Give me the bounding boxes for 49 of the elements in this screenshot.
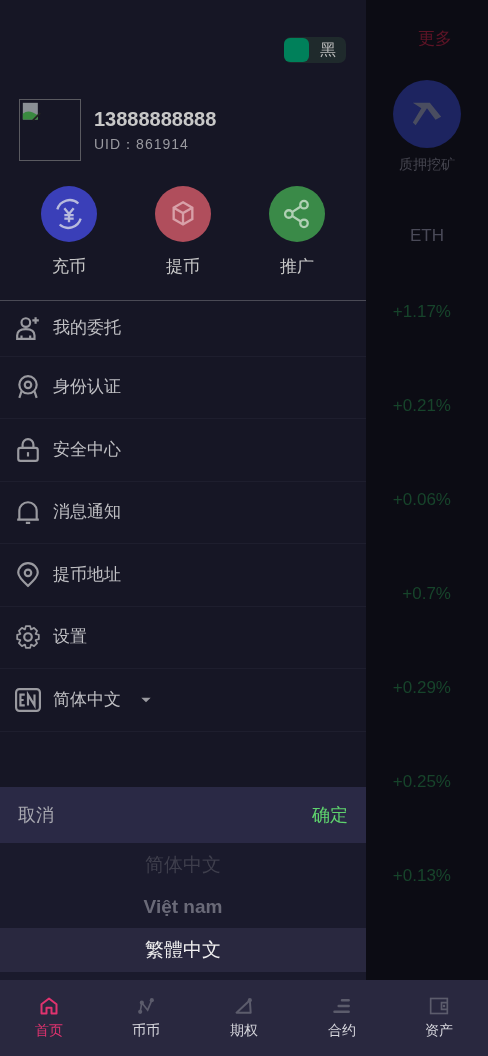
bell-icon: [15, 499, 41, 525]
cancel-button[interactable]: 取消: [18, 801, 54, 829]
menu-label: 我的委托: [53, 317, 121, 340]
change-value: +0.06%: [392, 489, 451, 511]
menu-label: 提币地址: [53, 563, 121, 586]
nav-tab[interactable]: 合约: [292, 995, 391, 1041]
user-id: UID：861914: [94, 134, 190, 154]
cube-icon[interactable]: [155, 186, 211, 242]
broken-image-icon: [22, 102, 42, 122]
change-value: +0.25%: [392, 771, 451, 793]
menu-label: 身份认证: [53, 376, 121, 399]
theme-toggle[interactable]: 黑: [284, 37, 346, 63]
phone-number: 13888888888: [94, 106, 217, 132]
feature-label: 质押挖矿: [399, 154, 455, 174]
change-value: +1.17%: [392, 301, 451, 323]
action-label[interactable]: 推广: [280, 254, 314, 280]
change-value: +0.29%: [392, 677, 451, 699]
action-label[interactable]: 充币: [52, 254, 86, 280]
picker-option[interactable]: 繁體中文: [0, 928, 366, 972]
menu-item[interactable]: 设置: [0, 606, 366, 669]
language-en-icon: [15, 686, 41, 713]
user-add-icon: [15, 315, 41, 341]
triangle-icon: [234, 995, 254, 1016]
toggle-knob[interactable]: [284, 38, 309, 62]
confirm-button[interactable]: 确定: [312, 801, 348, 829]
action-label[interactable]: 提币: [166, 254, 200, 280]
nav-tab[interactable]: 币币: [97, 995, 196, 1041]
share-icon[interactable]: [269, 186, 325, 242]
menu-item[interactable]: 我的委托: [0, 300, 366, 357]
change-value: +0.13%: [392, 865, 451, 887]
settings-icon: [15, 624, 41, 650]
change-value: +0.7%: [402, 583, 451, 605]
menu-label: 安全中心: [53, 438, 121, 461]
lock-icon: [15, 436, 41, 463]
home-icon: [38, 995, 59, 1016]
menu-label: 简体中文: [53, 688, 121, 711]
change-value: +0.21%: [392, 395, 451, 417]
menu-item[interactable]: 简体中文: [0, 668, 366, 732]
line-chart-icon: [136, 995, 157, 1016]
column-header: ETH: [410, 224, 444, 247]
menu-label: 设置: [53, 626, 87, 649]
nav-tab[interactable]: 资产: [390, 995, 488, 1041]
webcam-icon: [15, 374, 41, 400]
wallet-icon: [429, 995, 450, 1016]
menu-label: 消息通知: [53, 501, 121, 524]
location-pin-icon: [15, 561, 41, 588]
menu-item[interactable]: 身份认证: [0, 356, 366, 419]
nav-tab[interactable]: 期权: [195, 995, 293, 1041]
deposit-icon[interactable]: [41, 186, 97, 242]
